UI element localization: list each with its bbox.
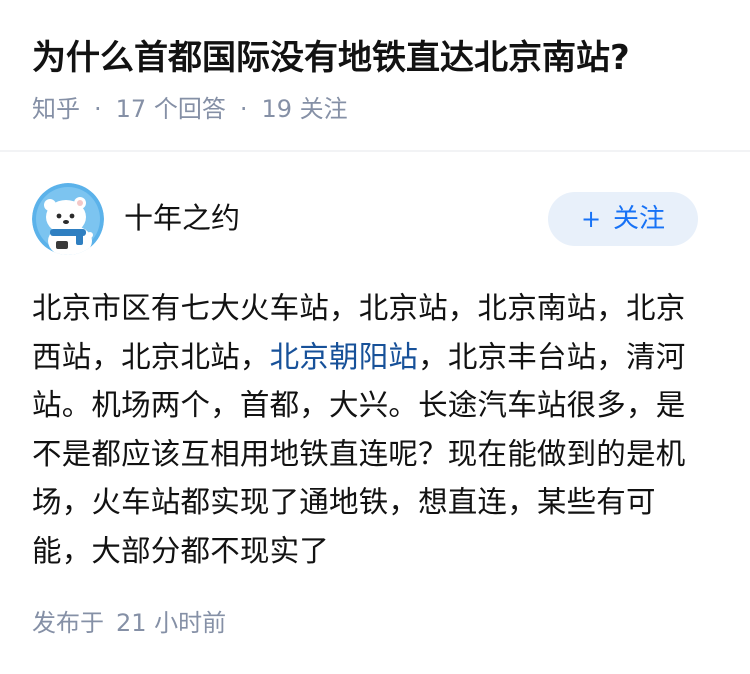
author-name[interactable]: 十年之约: [124, 198, 240, 238]
followers-count: 19: [261, 95, 293, 123]
author-avatar[interactable]: [32, 183, 104, 255]
meta-separator: ·: [94, 95, 102, 123]
follow-button-label: 关注: [613, 204, 666, 234]
publish-time: 发布于 21 小时前: [32, 606, 226, 640]
answer-content: 北京市区有七大火车站，北京站，北京南站，北京西站，北京北站，北京朝阳站，北京丰台…: [32, 284, 712, 575]
section-divider: [0, 150, 750, 152]
followers-label: 关注: [299, 95, 348, 123]
source-label[interactable]: 知乎: [32, 95, 80, 123]
meta-separator: ·: [239, 95, 248, 123]
publish-time-value: 21 小时前: [116, 609, 227, 637]
answers-label: 个回答: [153, 95, 226, 123]
bear-mascot-avatar-icon: [32, 183, 104, 255]
follow-button[interactable]: + 关注: [548, 192, 698, 246]
answer-link[interactable]: 北京朝阳站: [270, 340, 419, 374]
question-meta: 知乎 · 17 个回答 · 19 关注: [32, 92, 348, 126]
publish-label: 发布于: [32, 609, 104, 637]
plus-icon: +: [580, 205, 602, 233]
answers-count: 17: [115, 95, 147, 123]
question-title[interactable]: 为什么首都国际没有地铁直达北京南站?: [32, 34, 630, 82]
